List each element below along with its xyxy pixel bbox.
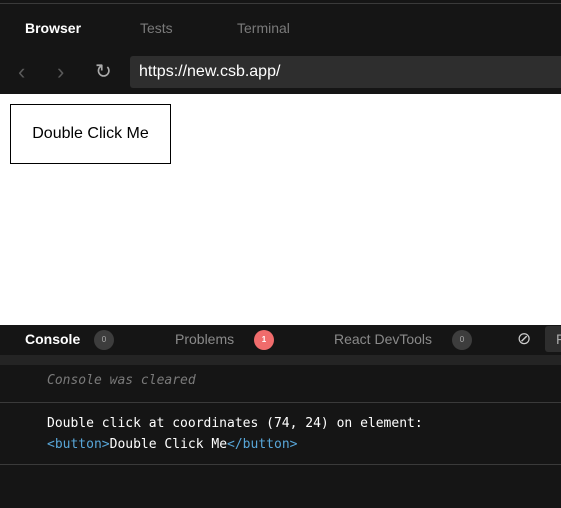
tab-react-devtools[interactable]: React DevTools bbox=[334, 331, 432, 347]
console-log-entry: Double click at coordinates (74, 24) on … bbox=[0, 413, 561, 455]
tab-browser[interactable]: Browser bbox=[25, 20, 81, 36]
block-icon[interactable]: ⊘ bbox=[517, 329, 531, 349]
tab-tests[interactable]: Tests bbox=[140, 20, 173, 36]
tab-problems[interactable]: Problems bbox=[175, 331, 234, 347]
console-divider bbox=[0, 355, 561, 365]
log-text: Double click at coordinates (74, 24) on … bbox=[47, 416, 423, 431]
filter-input[interactable]: F bbox=[545, 326, 561, 352]
separator bbox=[0, 464, 561, 465]
console-tab-bar: Console 0 Problems 1 React DevTools 0 ⊘ … bbox=[0, 325, 561, 355]
browser-toolbar: ‹ › ↻ https://new.csb.app/ bbox=[0, 56, 561, 88]
separator bbox=[0, 402, 561, 403]
open-tag: <button> bbox=[47, 437, 110, 452]
preview-pane: Double Click Me bbox=[0, 94, 561, 325]
close-tag: </button> bbox=[227, 437, 298, 452]
console-cleared-message: Console was cleared bbox=[47, 373, 196, 388]
tab-terminal[interactable]: Terminal bbox=[237, 20, 290, 36]
reload-icon[interactable]: ↻ bbox=[95, 60, 112, 84]
top-border bbox=[0, 0, 561, 4]
element-text: Double Click Me bbox=[109, 437, 228, 452]
double-click-button[interactable]: Double Click Me bbox=[10, 104, 171, 164]
problems-count-badge: 1 bbox=[254, 330, 274, 350]
console-count-badge: 0 bbox=[94, 330, 114, 350]
chevron-right-icon[interactable]: › bbox=[57, 60, 64, 84]
url-input[interactable]: https://new.csb.app/ bbox=[130, 56, 561, 88]
devtools-count-badge: 0 bbox=[452, 330, 472, 350]
chevron-left-icon[interactable]: ‹ bbox=[18, 60, 25, 84]
tab-console[interactable]: Console bbox=[25, 331, 80, 347]
